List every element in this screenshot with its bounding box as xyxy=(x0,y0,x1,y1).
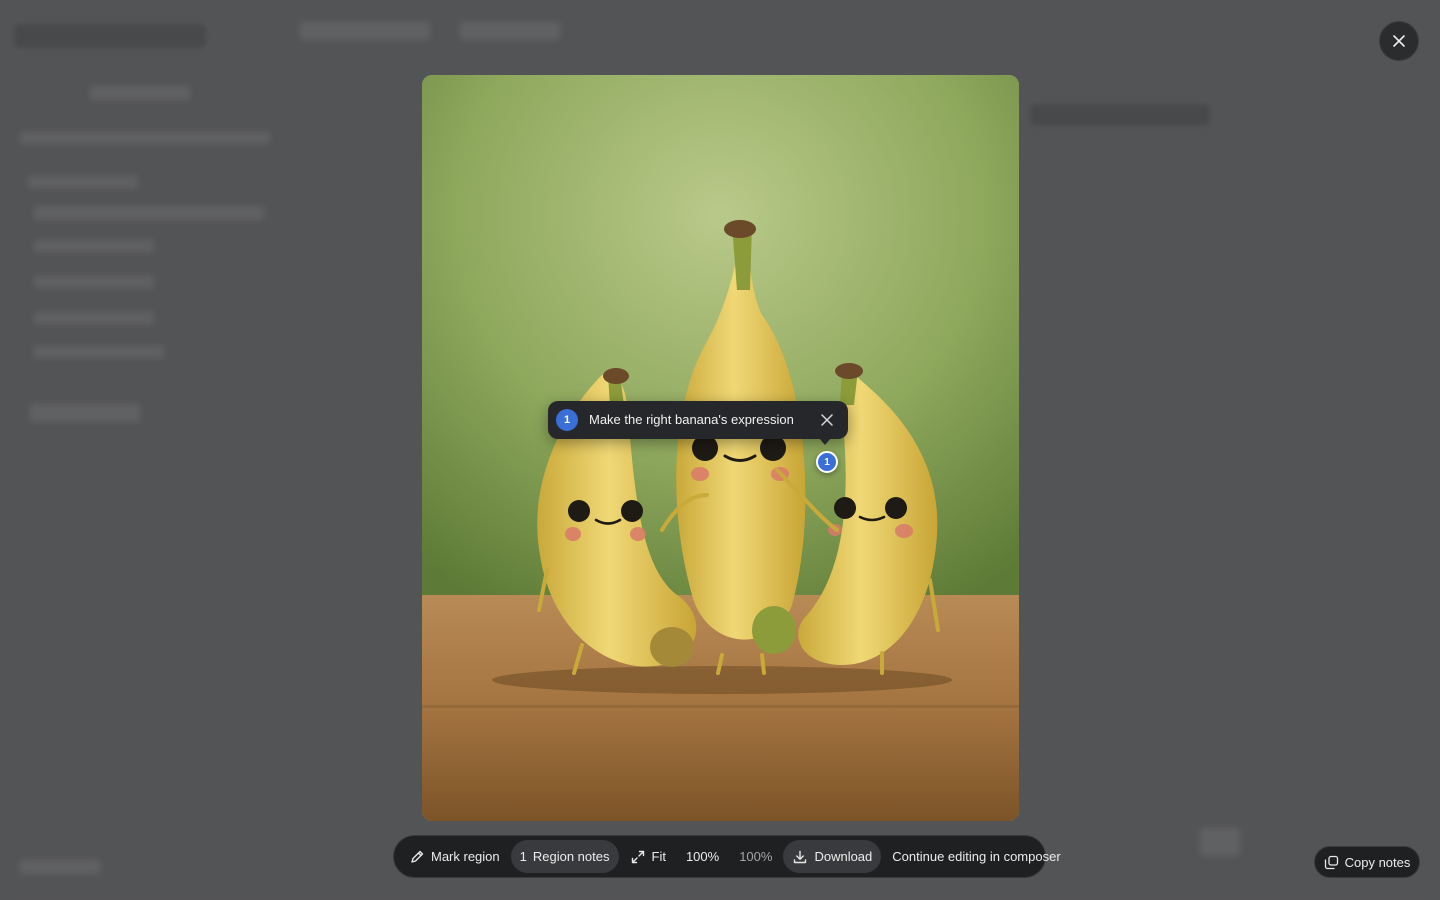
mark-region-label: Mark region xyxy=(431,849,500,864)
zoom-readout-label: 100% xyxy=(739,849,773,864)
download-button[interactable]: Download xyxy=(783,840,882,873)
download-icon xyxy=(794,850,807,863)
region-note-tooltip: 1 Make the right banana's expression xyxy=(548,401,848,445)
region-notes-button[interactable]: 1 Region notes xyxy=(510,840,619,873)
close-button[interactable] xyxy=(1379,21,1419,61)
note-close-button[interactable] xyxy=(818,411,836,429)
continue-editing-label: Continue editing in composer xyxy=(892,849,1061,864)
region-notes-label: Region notes xyxy=(532,849,610,864)
fit-label: Fit xyxy=(651,849,666,864)
expand-icon xyxy=(631,850,644,863)
close-icon xyxy=(821,414,833,426)
copy-notes-button[interactable]: Copy notes xyxy=(1314,846,1420,878)
mark-region-button[interactable]: Mark region xyxy=(400,840,509,873)
zoom-label: 100% xyxy=(685,849,720,864)
preview-image xyxy=(422,75,1019,821)
download-label: Download xyxy=(814,849,873,864)
pencil-icon xyxy=(411,850,424,863)
continue-editing-button[interactable]: Continue editing in composer xyxy=(883,840,1069,873)
note-number-badge: 1 xyxy=(556,409,578,431)
close-icon xyxy=(1393,35,1405,47)
fit-button[interactable]: Fit xyxy=(621,840,675,873)
zoom-button[interactable]: 100% xyxy=(677,840,728,873)
region-notes-count: 1 xyxy=(519,849,527,864)
note-text: Make the right banana's expression xyxy=(589,412,794,427)
copy-notes-label: Copy notes xyxy=(1344,854,1411,870)
copy-icon xyxy=(1324,855,1338,869)
image-toolbar: Mark region 1 Region notes Fit 100% 100%… xyxy=(393,835,1061,878)
note-pointer xyxy=(819,438,831,445)
bananas-illustration xyxy=(422,75,1019,821)
region-marker[interactable]: 1 xyxy=(816,451,838,473)
zoom-readout: 100% xyxy=(730,840,781,873)
